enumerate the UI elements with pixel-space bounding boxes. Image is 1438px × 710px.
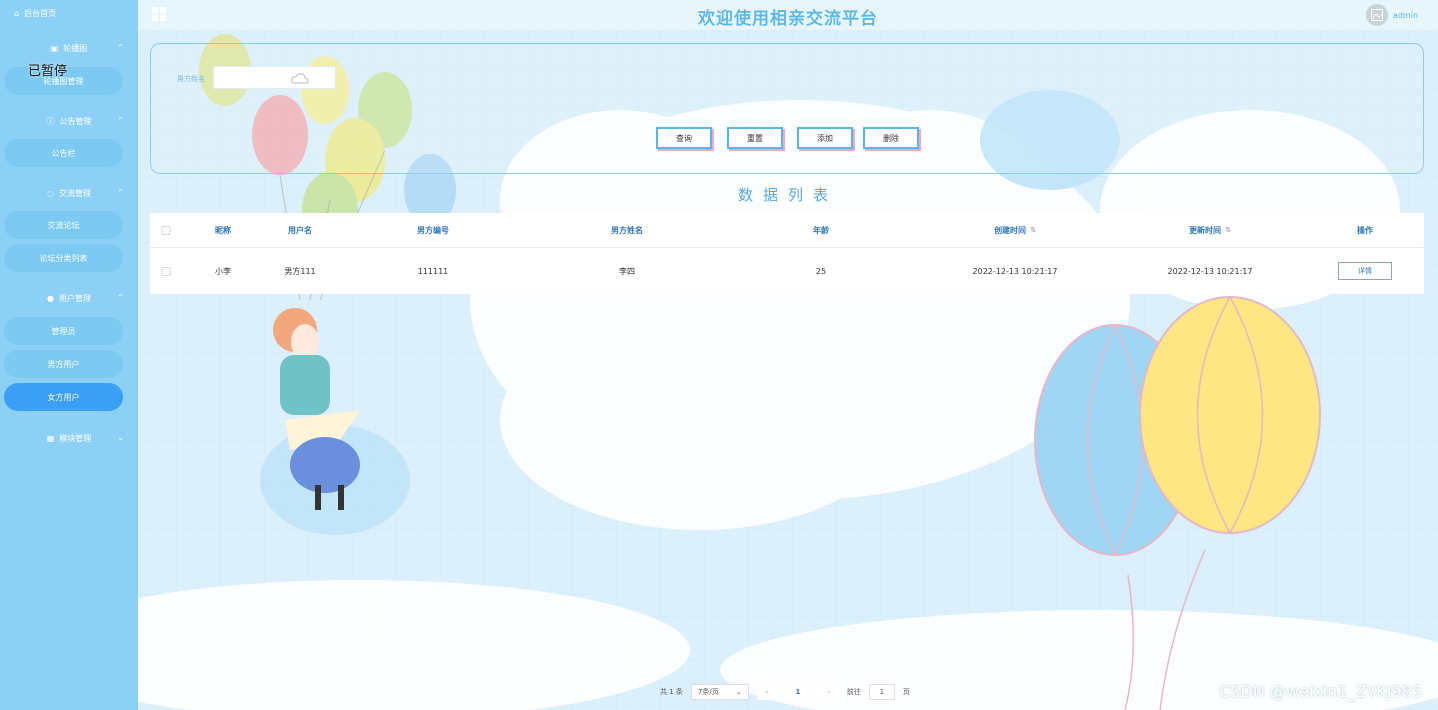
- info-icon: ⓘ: [46, 116, 55, 126]
- add-button[interactable]: 添加: [797, 127, 853, 149]
- sidebar-home-label: 后台首页: [24, 8, 57, 18]
- select-all-checkbox[interactable]: [161, 225, 171, 235]
- current-page[interactable]: 1: [784, 684, 811, 700]
- cell-age: 25: [815, 266, 827, 276]
- sidebar-group-modules[interactable]: ▦ 模块管理 ⌄: [0, 427, 138, 449]
- user-icon: ●: [47, 293, 54, 303]
- header-male-number: 男方编号: [417, 225, 449, 235]
- avatar: [1365, 4, 1388, 26]
- page-title: 欢迎使用相亲交流平台: [698, 9, 878, 29]
- top-header: 欢迎使用相亲交流平台 admin: [138, 0, 1438, 30]
- chevron-right-icon: ›: [827, 688, 831, 696]
- chevron-up-icon: ⌃: [117, 188, 124, 197]
- sidebar-item-label: 女方用户: [47, 392, 80, 402]
- sidebar-group-label: 用户管理: [58, 293, 91, 303]
- chevron-up-icon: ⌃: [117, 116, 124, 125]
- sidebar-item-label: 论坛分类列表: [39, 253, 88, 263]
- sidebar-group-users[interactable]: ● 用户管理 ⌃: [0, 287, 138, 309]
- chevron-down-icon: ⌄: [117, 433, 124, 442]
- chat-icon: ◌: [47, 188, 54, 198]
- sidebar-group-label: 轮播图: [63, 43, 88, 53]
- cell-updated-time: 2022-12-13 10:21:17: [1167, 266, 1253, 276]
- page-size-value: 7条/页: [697, 688, 719, 696]
- cell-username: 男方111: [284, 266, 316, 276]
- male-name-input[interactable]: [213, 66, 336, 89]
- page-suffix: 页: [902, 688, 910, 696]
- sidebar-item-female-users[interactable]: 女方用户: [4, 383, 123, 411]
- paused-overlay-text: 已暂停: [28, 64, 68, 79]
- chevron-up-icon: ⌃: [117, 43, 124, 52]
- goto-label: 前往: [846, 688, 861, 696]
- table-row: 小李 男方111 111111 李四 25 2022-12-13 10:21:1…: [150, 248, 1424, 294]
- image-placeholder-icon: [1370, 9, 1383, 21]
- cell-nickname: 小李: [215, 266, 231, 276]
- watermark: CSDN @weixin1_ZYKJ985: [1219, 682, 1422, 701]
- male-name-label: 男方姓名: [177, 75, 205, 83]
- home-icon: ⌂: [14, 8, 20, 18]
- sort-icon: ⇅: [1225, 226, 1231, 234]
- header-updated-label: 更新时间: [1189, 225, 1222, 235]
- list-title: 数据列表: [737, 186, 838, 204]
- sidebar-group-notice[interactable]: ⓘ 公告管理 ⌃: [0, 110, 138, 132]
- cell-created-time: 2022-12-13 10:21:17: [972, 266, 1058, 276]
- pagination-total: 共 1 条: [660, 688, 683, 696]
- cell-male-number: 111111: [417, 266, 449, 276]
- header-created-time[interactable]: 创建时间 ⇅: [994, 213, 1036, 247]
- sidebar-item-label: 交流论坛: [47, 220, 80, 230]
- header-actions: 操作: [1357, 225, 1373, 235]
- grid-icon: ▦: [46, 433, 55, 443]
- sidebar-group-label: 交流管理: [58, 188, 91, 198]
- header-age: 年龄: [813, 225, 829, 235]
- data-table: 昵称 用户名 男方编号 男方姓名 年龄 创建时间 ⇅ 更新时间 ⇅ 操作 小李 男方…: [150, 213, 1424, 294]
- row-checkbox[interactable]: [161, 266, 171, 276]
- pagination: 共 1 条 7条/页 ⌄ ‹ 1 › 前往 1 页: [660, 684, 910, 700]
- user-menu[interactable]: admin: [1365, 4, 1418, 26]
- header-created-label: 创建时间: [994, 225, 1027, 235]
- row-select-cell: [161, 248, 171, 294]
- sidebar: ⌂ 后台首页 ▣ 轮播图 ⌃ 轮播图管理 ⓘ 公告管理 ⌃ 公告栏 ◌ 交流管理…: [0, 0, 138, 710]
- sidebar-item-admins[interactable]: 管理员: [4, 317, 123, 345]
- sidebar-group-label: 模块管理: [59, 433, 92, 443]
- header-nickname: 昵称: [215, 225, 231, 235]
- page-size-select[interactable]: 7条/页 ⌄: [690, 684, 749, 700]
- chevron-down-icon: ⌄: [736, 688, 742, 696]
- sidebar-item-label: 公告栏: [51, 148, 76, 158]
- sort-icon: ⇅: [1030, 226, 1036, 234]
- sidebar-item-forum[interactable]: 交流论坛: [4, 211, 123, 239]
- sidebar-item-label: 男方用户: [47, 359, 80, 369]
- sidebar-group-exchange[interactable]: ◌ 交流管理 ⌃: [0, 182, 138, 204]
- sidebar-group-label: 公告管理: [59, 116, 92, 126]
- reset-button[interactable]: 重置: [727, 127, 783, 149]
- chevron-up-icon: ⌃: [117, 293, 124, 302]
- delete-button[interactable]: 删除: [863, 127, 919, 149]
- select-all-cell: [161, 213, 171, 247]
- table-header-row: 昵称 用户名 男方编号 男方姓名 年龄 创建时间 ⇅ 更新时间 ⇅ 操作: [150, 213, 1424, 248]
- goto-page-input[interactable]: 1: [868, 684, 895, 700]
- search-panel: 男方姓名 查询 重置 添加 删除: [150, 43, 1424, 174]
- sidebar-item-male-users[interactable]: 男方用户: [4, 350, 123, 378]
- detail-button[interactable]: 详情: [1338, 262, 1392, 280]
- cell-actions: 详情: [1338, 248, 1392, 294]
- sidebar-item-forum-categories[interactable]: 论坛分类列表: [4, 244, 123, 272]
- sidebar-home[interactable]: ⌂ 后台首页: [0, 0, 138, 26]
- sidebar-group-carousel[interactable]: ▣ 轮播图 ⌃: [0, 37, 138, 59]
- username: admin: [1392, 10, 1418, 20]
- header-username: 用户名: [288, 225, 312, 235]
- prev-page-button[interactable]: ‹: [756, 684, 777, 700]
- sidebar-item-label: 管理员: [51, 326, 76, 336]
- chevron-left-icon: ‹: [765, 688, 769, 696]
- query-button[interactable]: 查询: [656, 127, 712, 149]
- cloud-icon: [291, 73, 309, 84]
- header-updated-time[interactable]: 更新时间 ⇅: [1189, 213, 1231, 247]
- image-icon: ▣: [50, 43, 59, 53]
- header-male-name: 男方姓名: [611, 225, 643, 235]
- cell-male-name: 李四: [619, 266, 635, 276]
- sidebar-item-notice-board[interactable]: 公告栏: [4, 139, 123, 167]
- next-page-button[interactable]: ›: [818, 684, 839, 700]
